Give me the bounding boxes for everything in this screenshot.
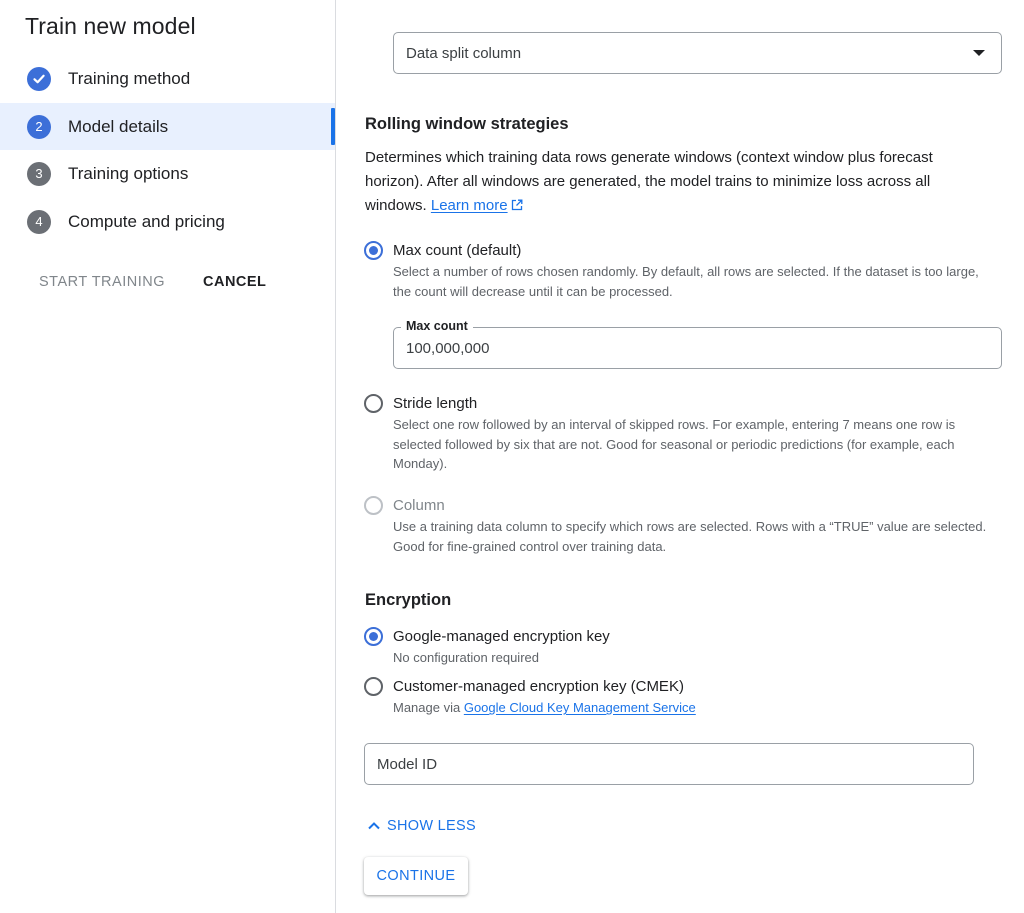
key-management-service-link[interactable]: Google Cloud Key Management Service — [464, 700, 696, 715]
radio-help-text: Select one row followed by an interval o… — [393, 417, 956, 471]
step-label: Model details — [68, 116, 169, 136]
step-label: Training options — [68, 163, 189, 183]
start-training-button[interactable]: START TRAINING — [39, 274, 165, 290]
step-compute-and-pricing[interactable]: 4 Compute and pricing — [0, 198, 335, 245]
page-title: Train new model — [25, 13, 196, 39]
radio-label: Stride length — [393, 395, 478, 412]
data-split-column-select[interactable]: Data split column — [393, 32, 1002, 74]
step-number-badge: 2 — [27, 114, 51, 139]
learn-more-link[interactable]: Learn more — [431, 197, 523, 214]
encryption-heading: Encryption — [365, 591, 452, 609]
stepper-panel: Train new model Training method 2 Model … — [0, 0, 336, 913]
radio-option-max-count[interactable]: Max count (default) — [364, 241, 521, 260]
show-less-toggle[interactable]: SHOW LESS — [366, 818, 476, 834]
rolling-window-heading: Rolling window strategies — [365, 115, 569, 133]
cancel-button[interactable]: CANCEL — [203, 274, 266, 290]
radio-button[interactable] — [364, 627, 383, 646]
radio-option-stride-length[interactable]: Stride length — [364, 394, 477, 413]
step-model-details[interactable]: 2 Model details — [0, 103, 335, 150]
check-icon — [27, 66, 51, 91]
max-count-field[interactable]: Max count 100,000,000 — [393, 319, 1002, 369]
external-link-icon — [511, 199, 523, 211]
radio-option-google-managed-key[interactable]: Google-managed encryption key — [364, 627, 610, 646]
step-training-method[interactable]: Training method — [0, 55, 335, 102]
radio-label: Max count (default) — [393, 242, 522, 259]
radio-button[interactable] — [364, 677, 383, 696]
field-placeholder: Model ID — [377, 755, 438, 773]
step-label: Compute and pricing — [68, 211, 225, 231]
dropdown-arrow-icon — [973, 50, 985, 56]
step-number-badge: 3 — [27, 161, 51, 186]
radio-option-cmek[interactable]: Customer-managed encryption key (CMEK) — [364, 677, 684, 696]
radio-label: Column — [393, 497, 445, 514]
show-less-label: SHOW LESS — [387, 818, 476, 834]
field-label: Max count — [401, 319, 473, 333]
radio-button[interactable] — [364, 394, 383, 413]
model-id-field[interactable]: Model ID — [364, 743, 974, 785]
radio-label: Customer-managed encryption key (CMEK) — [393, 678, 684, 695]
select-value: Data split column — [406, 44, 522, 62]
radio-option-column: Column — [364, 496, 445, 515]
step-label: Training method — [68, 68, 191, 88]
rolling-window-description: Determines which training data rows gene… — [365, 149, 933, 214]
continue-button[interactable]: CONTINUE — [364, 857, 468, 895]
radio-help-text: No configuration required — [393, 650, 539, 665]
step-number-badge: 4 — [27, 209, 51, 234]
radio-button[interactable] — [364, 241, 383, 260]
radio-help-text: Select a number of rows chosen randomly.… — [393, 264, 979, 299]
step-training-options[interactable]: 3 Training options — [0, 150, 335, 197]
radio-help-text: Use a training data column to specify wh… — [393, 519, 987, 554]
model-details-form: Data split column Rolling window strateg… — [336, 0, 1024, 913]
chevron-up-icon — [368, 822, 380, 830]
radio-help-text: Manage via Google Cloud Key Management S… — [393, 700, 696, 715]
radio-label: Google-managed encryption key — [393, 628, 610, 645]
radio-button — [364, 496, 383, 515]
field-value: 100,000,000 — [406, 339, 490, 357]
